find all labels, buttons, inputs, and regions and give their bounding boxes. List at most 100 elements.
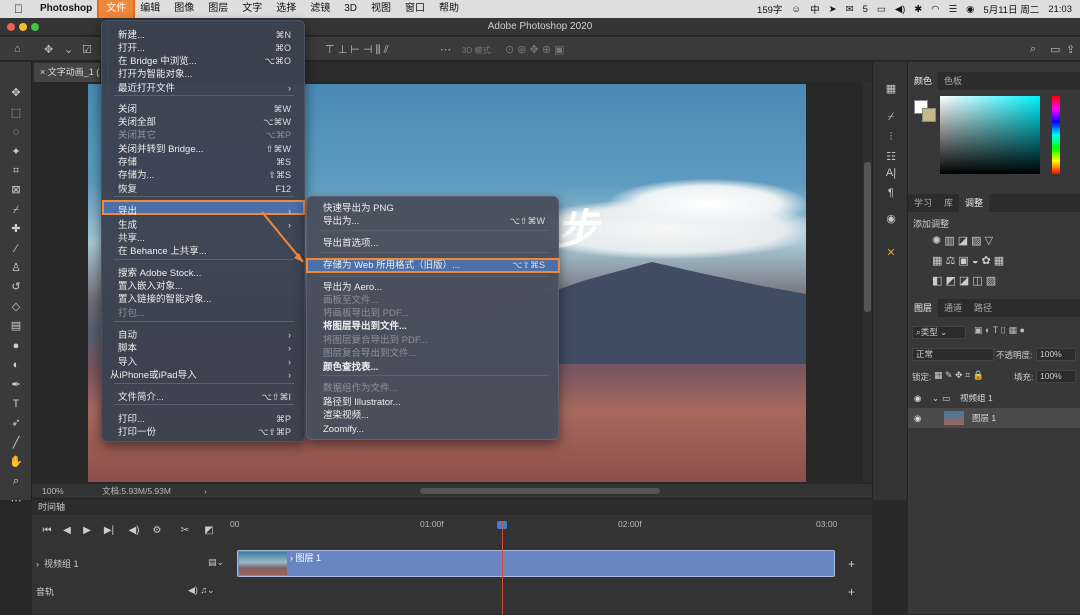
file-menu-item[interactable]: 从iPhone或iPad导入 ›: [102, 369, 305, 382]
menu-photoshop[interactable]: Photoshop: [33, 0, 99, 18]
file-menu-item[interactable]: 在 Bridge 中浏览... ⌥⌘O: [102, 55, 305, 68]
wechat-icon[interactable]: ✉: [846, 4, 854, 15]
tab-adjustments[interactable]: 调整: [959, 194, 990, 212]
play-icon[interactable]: ▶: [80, 525, 94, 536]
file-menu-item[interactable]: 生成 ›: [102, 219, 305, 232]
file-menu-item[interactable]: 置入嵌入对象...: [102, 280, 305, 293]
layer-group-row[interactable]: ◉ ⌄ ▭ 视频组 1: [908, 388, 1080, 408]
prev-frame-icon[interactable]: ◀: [60, 525, 74, 536]
split-scissors-icon[interactable]: ✂: [178, 525, 192, 536]
file-menu-item[interactable]: 关闭全部 ⌥⌘W: [102, 116, 305, 129]
background-color-swatch[interactable]: [922, 108, 936, 122]
share-icon[interactable]: ⇪: [1066, 43, 1075, 56]
transition-icon[interactable]: ◩: [202, 525, 216, 536]
line-tool-icon[interactable]: ╱: [8, 436, 24, 450]
file-menu-item[interactable]: 打开为智能对象...: [102, 68, 305, 81]
menu-layer[interactable]: 图层: [201, 0, 235, 18]
history-brush-icon[interactable]: ↺: [8, 280, 24, 294]
file-menu-item[interactable]: 自动 ›: [102, 329, 305, 342]
file-menu-item[interactable]: 新建... ⌘N: [102, 29, 305, 42]
export-menu-item[interactable]: 路径到 Illustrator...: [307, 396, 559, 409]
vertical-scroll-thumb[interactable]: [864, 162, 871, 312]
chevron-down-icon[interactable]: ⌄: [64, 43, 73, 56]
hue-slider[interactable]: [1052, 96, 1060, 174]
crop-tool-icon[interactable]: ⌗: [8, 164, 24, 178]
more-icon[interactable]: ⋯: [440, 43, 451, 56]
siri-icon[interactable]: ◉: [966, 4, 974, 15]
export-menu-item[interactable]: 渲染视频...: [307, 409, 559, 422]
file-menu-item[interactable]: 打开... ⌘O: [102, 42, 305, 55]
file-menu-item[interactable]: 置入链接的智能对象...: [102, 293, 305, 306]
healing-brush-icon[interactable]: ✚: [8, 222, 24, 236]
menu-edit[interactable]: 编辑: [133, 0, 167, 18]
audio-icon[interactable]: ◀): [127, 525, 141, 536]
volume-icon[interactable]: ◀): [895, 4, 905, 15]
blur-tool-icon[interactable]: ●: [8, 339, 24, 353]
export-menu-item[interactable]: 导出为 Aero...: [307, 281, 559, 294]
visibility-eye-icon[interactable]: ◉: [914, 388, 921, 408]
properties-icon[interactable]: ☷: [884, 150, 898, 164]
tab-learn[interactable]: 学习: [908, 194, 938, 212]
history-icon[interactable]: ▦: [884, 82, 898, 96]
hand-tool-icon[interactable]: ✋: [8, 455, 24, 469]
magic-wand-icon[interactable]: ✦: [8, 145, 24, 159]
document-tab[interactable]: × 文字动画_1 (: [34, 63, 100, 82]
tab-libraries[interactable]: 库: [938, 194, 959, 212]
fill-input[interactable]: 100%: [1036, 370, 1076, 383]
layer-filter-icons[interactable]: ▣ ◐ T ⌷ ▦ ●: [974, 325, 1025, 336]
visibility-eye-icon[interactable]: ◉: [914, 408, 921, 428]
file-menu-item[interactable]: 脚本 ›: [102, 342, 305, 355]
video-clip[interactable]: › 图层 1: [237, 550, 835, 577]
file-menu-item[interactable]: 共享...: [102, 232, 305, 245]
file-menu-item[interactable]: 打印一份 ⌥⇧⌘P: [102, 426, 305, 439]
brush-settings-icon[interactable]: ⌿: [884, 110, 898, 124]
lock-icons[interactable]: ▦ ✎ ✥ ⌗ 🔒: [934, 370, 984, 381]
control-center-icon[interactable]: ☰: [949, 4, 958, 15]
settings-icon[interactable]: ⚙: [150, 525, 164, 536]
menu-filter[interactable]: 滤镜: [303, 0, 337, 18]
close-tab-icon[interactable]: ×: [40, 67, 48, 77]
file-menu-item[interactable]: 文件简介... ⌥⇧⌘I: [102, 391, 305, 404]
eyedropper-icon[interactable]: ⌿: [8, 203, 24, 217]
close-window-button[interactable]: [7, 23, 15, 31]
status-chevron-icon[interactable]: ›: [204, 484, 207, 498]
move-tool-icon[interactable]: ✥: [8, 86, 24, 100]
export-menu-item[interactable]: 将图层导出到文件...: [307, 320, 559, 333]
opacity-input[interactable]: 100%: [1036, 348, 1076, 361]
export-menu-item[interactable]: Zoomify...: [307, 423, 559, 436]
marquee-tool-icon[interactable]: ⬚: [8, 106, 24, 120]
layer-kind-filter[interactable]: ⌕类型 ⌄: [912, 326, 966, 339]
location-icon[interactable]: ➤: [829, 4, 837, 15]
layer-row[interactable]: ◉ 图层 1: [908, 408, 1080, 428]
character-icon[interactable]: A|: [884, 166, 898, 180]
color-picker-field[interactable]: [940, 96, 1040, 174]
workspace-icon[interactable]: ▭: [1050, 43, 1060, 56]
file-menu-item[interactable]: 最近打开文件 ›: [102, 82, 305, 95]
add-audio-icon[interactable]: +: [848, 585, 855, 599]
zoom-level[interactable]: 100%: [42, 484, 64, 498]
tab-paths[interactable]: 路径: [968, 299, 998, 317]
adjustment-icons-row3[interactable]: ◧ ◩ ◪ ◫ ▨: [932, 274, 996, 287]
bluetooth-icon[interactable]: ✱: [914, 4, 922, 15]
file-menu-item[interactable]: 存储 ⌘S: [102, 156, 305, 169]
menu-view[interactable]: 视图: [364, 0, 398, 18]
file-menu-item[interactable]: 恢复 F12: [102, 183, 305, 196]
glyphs-icon[interactable]: ◉: [884, 212, 898, 226]
export-menu-item[interactable]: 存储为 Web 所用格式（旧版）... ⌥⇧⌘S: [307, 259, 559, 272]
file-menu-item[interactable]: 存储为... ⇧⌘S: [102, 169, 305, 182]
dodge-tool-icon[interactable]: ◐: [8, 358, 24, 372]
chevron-down-icon[interactable]: ⌄: [932, 388, 939, 408]
file-menu-item[interactable]: 搜索 Adobe Stock...: [102, 267, 305, 280]
brush-tool-icon[interactable]: ∕: [8, 242, 24, 256]
zoom-tool-icon[interactable]: ⌕: [8, 474, 24, 488]
zoom-window-button[interactable]: [31, 23, 39, 31]
add-media-icon[interactable]: +: [848, 557, 855, 571]
video-group-track[interactable]: › 视频组 1: [36, 557, 79, 570]
file-menu-item[interactable]: 导入 ›: [102, 356, 305, 369]
menu-select[interactable]: 选择: [269, 0, 303, 18]
ime-indicator[interactable]: 中: [810, 2, 820, 16]
gradient-tool-icon[interactable]: ▤: [8, 319, 24, 333]
tab-channels[interactable]: 通道: [938, 299, 968, 317]
vertical-scrollbar[interactable]: [863, 82, 872, 482]
tool-presets-icon[interactable]: ✕: [884, 246, 898, 260]
